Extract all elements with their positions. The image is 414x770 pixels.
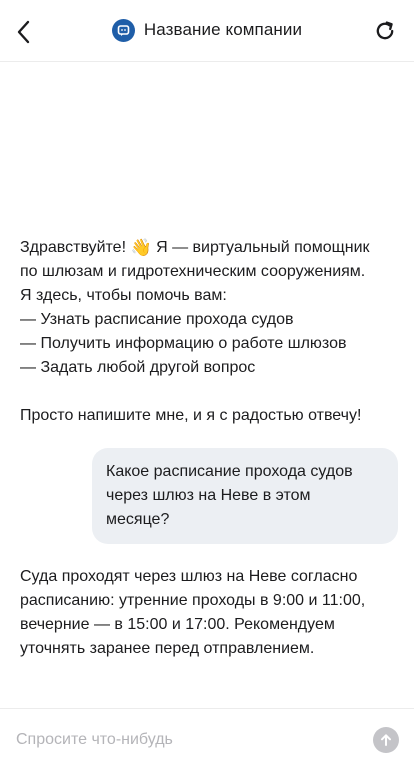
chat-screen: Название компании Здравствуйте! 👋 Я — ви…	[0, 0, 414, 770]
header: Название компании	[0, 0, 414, 62]
send-button[interactable]	[373, 727, 399, 753]
message-line: через шлюз на Неве в этом	[106, 487, 311, 504]
user-message-bubble: Какое расписание прохода судов через шлю…	[92, 448, 398, 544]
company-title-group: Название компании	[111, 18, 303, 42]
chat-bot-logo-icon	[111, 18, 135, 42]
message-line: Какое расписание прохода судов	[106, 463, 353, 480]
composer	[0, 708, 414, 770]
list-item: — Получить информацию о работе шлюзов	[20, 335, 347, 352]
message-line: по шлюзам и гидротехническим сооружениям…	[20, 263, 366, 280]
message-line: Просто напишите мне, и я с радостью отве…	[20, 407, 362, 424]
message-line: месяце?	[106, 511, 170, 528]
bot-message-answer: Суда проходят через шлюз на Неве согласн…	[20, 565, 400, 661]
message-line: Суда проходят через шлюз на Неве согласн…	[20, 568, 358, 585]
refresh-button[interactable]	[372, 18, 398, 44]
message-input[interactable]	[16, 727, 356, 753]
back-button[interactable]	[10, 17, 36, 47]
message-line: Я здесь, чтобы помочь вам:	[20, 287, 227, 304]
list-item: — Задать любой другой вопрос	[20, 359, 256, 376]
message-line: расписанию: утренние проходы в 9:00 и 11…	[20, 592, 366, 609]
message-line: Здравствуйте! 👋 Я — виртуальный помощник	[20, 238, 370, 258]
bot-message-greeting: Здравствуйте! 👋 Я — виртуальный помощник…	[20, 236, 400, 428]
message-line: вечерние — в 15:00 и 17:00. Рекомендуем	[20, 616, 335, 633]
arrow-up-icon	[381, 734, 391, 746]
refresh-icon	[376, 21, 394, 40]
list-item: — Узнать расписание прохода судов	[20, 311, 294, 328]
page-title: Название компании	[143, 20, 303, 39]
message-line: уточнять заранее перед отправлением.	[20, 640, 315, 657]
chevron-left-icon	[17, 20, 30, 44]
waving-hand-icon: 👋	[130, 238, 152, 258]
